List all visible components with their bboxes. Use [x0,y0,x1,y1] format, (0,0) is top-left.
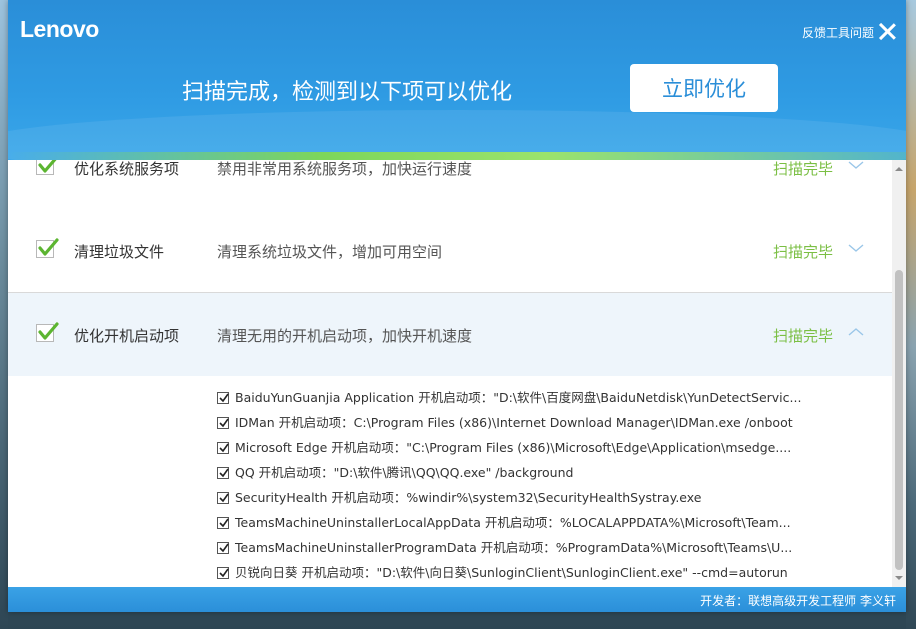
row-checkbox[interactable] [36,238,59,258]
chevron-up-icon[interactable] [848,327,864,337]
row-title: 优化开机启动项 [74,327,180,345]
header-banner: Lenovo 反馈工具问题 扫描完成，检测到以下项可以优化 立即优化 [8,0,906,160]
startup-item[interactable]: 贝锐向日葵 开机启动项："D:\软件\向日葵\SunloginClient\Su… [217,562,788,580]
lenovo-logo: Lenovo [20,16,99,42]
startup-item-text: TeamsMachineUninstallerProgramData 开机启动项… [235,540,793,555]
startup-item[interactable]: IDMan 开机启动项：C:\Program Files (x86)\Inter… [217,412,793,430]
result-row-services[interactable]: 优化系统服务项 禁用非常用系统服务项，加快运行速度 扫描完毕 [8,160,892,210]
startup-items-list: BaiduYunGuanjia Application 开机启动项："D:\软件… [8,376,892,587]
item-checkbox[interactable] [217,492,229,504]
footer-bar: 开发者：联想高级开发工程师 李义轩 [8,587,906,612]
startup-item-text: Microsoft Edge 开机启动项："C:\Program Files (… [235,440,792,455]
startup-item-text: 贝锐向日葵 开机启动项："D:\软件\向日葵\SunloginClient\Su… [235,565,788,580]
row-status: 扫描完毕 [773,160,834,178]
checkmark-icon [219,543,229,553]
progress-glow-line [8,152,906,160]
item-checkbox[interactable] [217,467,229,479]
row-description: 禁用非常用系统服务项，加快运行速度 [217,160,473,178]
startup-item[interactable]: TeamsMachineUninstallerLocalAppData 开机启动… [217,512,791,530]
startup-item[interactable]: SecurityHealth 开机启动项：%windir%\system32\S… [217,487,702,505]
item-checkbox[interactable] [217,417,229,429]
startup-item-text: SecurityHealth 开机启动项：%windir%\system32\S… [235,490,702,505]
item-checkbox[interactable] [217,567,229,579]
startup-item[interactable]: Microsoft Edge 开机启动项："C:\Program Files (… [217,437,792,455]
startup-item-text: BaiduYunGuanjia Application 开机启动项："D:\软件… [235,390,802,405]
scan-results-list: 优化系统服务项 禁用非常用系统服务项，加快运行速度 扫描完毕 清理垃圾文件 清理… [8,160,906,587]
row-checkbox[interactable] [36,160,57,175]
checkmark-icon [38,238,59,256]
item-checkbox[interactable] [217,542,229,554]
scroll-down-icon[interactable] [892,571,906,585]
optimize-now-button[interactable]: 立即优化 [630,64,778,112]
checkmark-icon [219,443,229,453]
desktop-background-right [906,0,916,629]
desktop-background-left [0,0,8,629]
checkmark-icon [38,160,57,173]
checkmark-icon [219,468,229,478]
vertical-scrollbar[interactable] [892,160,906,587]
row-title: 优化系统服务项 [74,160,180,178]
startup-item[interactable]: QQ 开机启动项："D:\软件\腾讯\QQ\QQ.exe" /backgroun… [217,462,574,480]
startup-item-text: TeamsMachineUninstallerLocalAppData 开机启动… [235,515,791,530]
item-checkbox[interactable] [217,517,229,529]
checkmark-icon [219,418,229,428]
item-checkbox[interactable] [217,392,229,404]
row-status: 扫描完毕 [773,243,834,261]
row-title: 清理垃圾文件 [74,243,165,261]
result-row-startup[interactable]: 优化开机启动项 清理无用的开机启动项，加快开机速度 扫描完毕 [8,293,892,377]
startup-item[interactable]: TeamsMachineUninstallerProgramData 开机启动项… [217,537,793,555]
close-icon[interactable] [878,22,896,40]
checkmark-icon [219,493,229,503]
scan-complete-message: 扫描完成，检测到以下项可以优化 [182,80,513,105]
checkmark-icon [219,568,229,578]
lenovo-optimizer-window: Lenovo 反馈工具问题 扫描完成，检测到以下项可以优化 立即优化 优化系统服… [8,0,906,612]
row-description: 清理无用的开机启动项，加快开机速度 [217,327,473,345]
item-checkbox[interactable] [217,442,229,454]
row-description: 清理系统垃圾文件，增加可用空间 [217,243,443,261]
startup-item[interactable]: BaiduYunGuanjia Application 开机启动项："D:\软件… [217,387,802,405]
checkmark-icon [219,393,229,403]
startup-item-text: IDMan 开机启动项：C:\Program Files (x86)\Inter… [235,415,793,430]
scroll-up-icon[interactable] [892,162,906,176]
startup-item-text: QQ 开机启动项："D:\软件\腾讯\QQ\QQ.exe" /backgroun… [235,465,574,480]
row-checkbox[interactable] [36,322,59,342]
row-status: 扫描完毕 [773,327,834,345]
developer-credit: 开发者：联想高级开发工程师 李义轩 [700,594,896,608]
chevron-down-icon[interactable] [848,160,864,170]
result-row-junk[interactable]: 清理垃圾文件 清理系统垃圾文件，增加可用空间 扫描完毕 [8,209,892,293]
feedback-link[interactable]: 反馈工具问题 [802,24,874,41]
chevron-down-icon[interactable] [848,243,864,253]
checkmark-icon [38,322,59,340]
checkmark-icon [219,518,229,528]
scrollbar-thumb[interactable] [895,270,903,570]
